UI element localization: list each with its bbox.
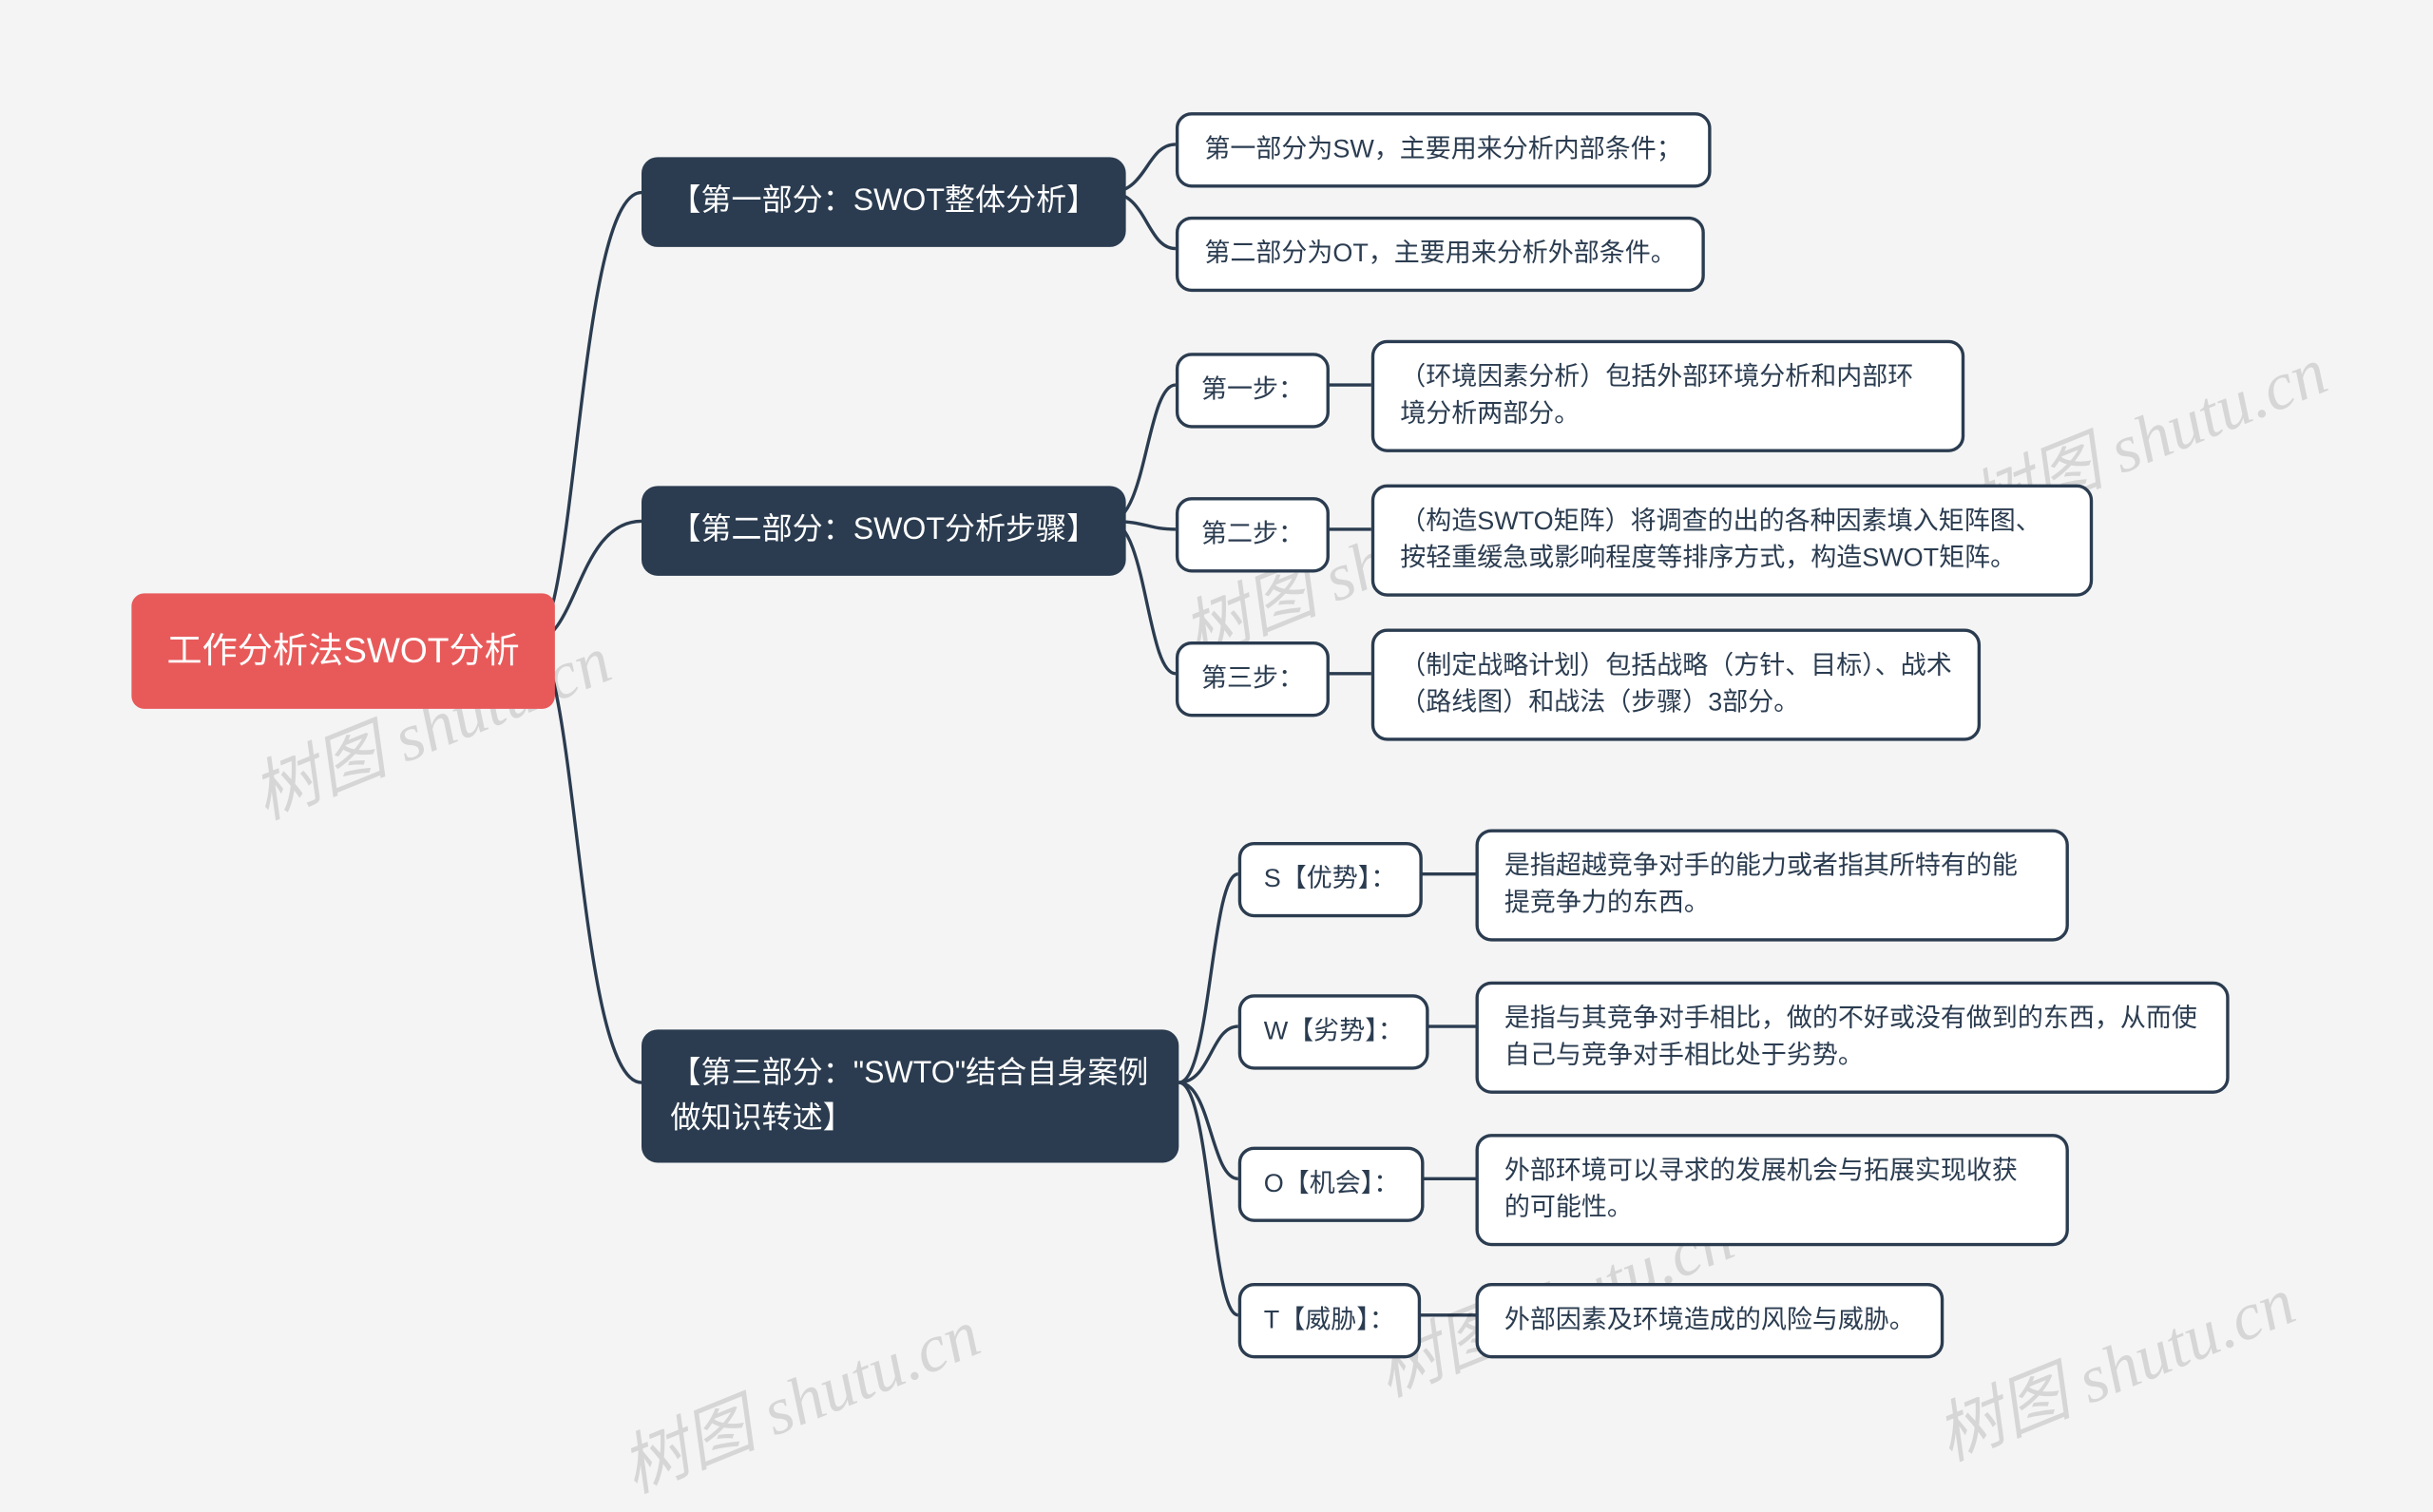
leaf-o-detail[interactable]: 外部环境可以寻求的发展机会与拓展实现收获的可能性。 [1476,1134,2069,1247]
leaf-t-detail[interactable]: 外部因素及环境造成的风险与威胁。 [1476,1283,1944,1359]
step-3[interactable]: 第三步： [1176,641,1330,718]
branch-part1[interactable]: 【第一部分：SWOT整体分析】 [642,157,1126,246]
branch-part3[interactable]: 【第三部分："SWTO"结合自身案例做知识转述】 [642,1029,1178,1162]
leaf-step3-detail[interactable]: （制定战略计划）包括战略（方针、目标）、战术（路线图）和战法（步骤）3部分。 [1371,629,1981,742]
branch-part2[interactable]: 【第二部分：SWOT分析步骤】 [642,486,1126,575]
watermark: 树图 shutu.cn [1920,1248,2307,1480]
leaf-s-detail[interactable]: 是指超越竞争对手的能力或者指其所特有的能提竞争力的东西。 [1476,829,2069,942]
swot-t[interactable]: T【威胁】： [1238,1283,1421,1359]
leaf-step1-detail[interactable]: （环境因素分析）包括外部环境分析和内部环境分析两部分。 [1371,340,1964,453]
step-2[interactable]: 第二步： [1176,497,1330,573]
swot-w[interactable]: W【劣势】： [1238,994,1429,1070]
root-node[interactable]: 工作分析法SWOT分析 [131,593,555,708]
leaf-step2-detail[interactable]: （构造SWTO矩阵）将调查的出的各种因素填入矩阵图、按轻重缓急或影响程度等排序方… [1371,485,2093,598]
swot-s[interactable]: S【优势】： [1238,842,1423,918]
swot-o[interactable]: O【机会】： [1238,1147,1426,1223]
leaf-sw-internal[interactable]: 第一部分为SW，主要用来分析内部条件； [1176,112,1711,188]
leaf-w-detail[interactable]: 是指与其竞争对手相比，做的不好或没有做到的东西，从而使自己与竞争对手相比处于劣势… [1476,982,2230,1095]
leaf-ot-external[interactable]: 第二部分为OT，主要用来分析外部条件。 [1176,217,1705,293]
mindmap-canvas: 树图 shutu.cn 树图 shutu.cn 树图 shutu.cn 树图 s… [0,0,2433,1504]
step-1[interactable]: 第一步： [1176,353,1330,429]
watermark: 树图 shutu.cn [604,1280,991,1512]
